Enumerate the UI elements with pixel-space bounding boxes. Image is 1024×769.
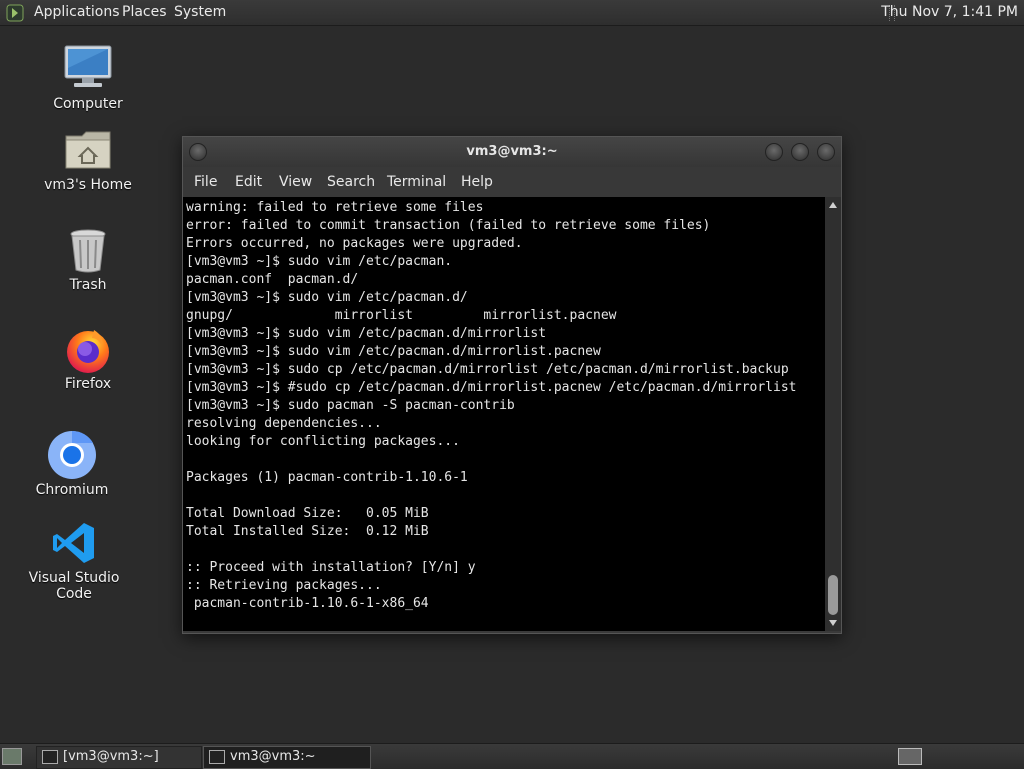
terminal-line: resolving dependencies...: [186, 416, 382, 431]
computer-icon: [64, 45, 112, 87]
terminal-line: Errors occurred, no packages were upgrad…: [186, 236, 523, 251]
minimize-button[interactable]: [765, 143, 783, 161]
scroll-down-icon[interactable]: [829, 620, 837, 626]
chromium-icon: [48, 430, 96, 479]
terminal-scrollbar[interactable]: [825, 197, 841, 631]
desktop-icon-label: Computer: [53, 96, 123, 112]
menu-terminal[interactable]: Terminal: [387, 174, 446, 190]
terminal-line: looking for conflicting packages...: [186, 434, 460, 449]
terminal-line: [vm3@vm3 ~]$ sudo vim /etc/pacman.d/mirr…: [186, 326, 547, 341]
terminal-line: gnupg/ mirrorlist mirrorlist.pacnew: [186, 308, 617, 323]
terminal-icon: [209, 750, 225, 764]
menu-view[interactable]: View: [279, 174, 312, 190]
terminal-line: pacman.conf pacman.d/: [186, 272, 359, 287]
maximize-button[interactable]: [791, 143, 809, 161]
desktop-icon-trash[interactable]: Trash: [28, 228, 148, 296]
terminal-line: [vm3@vm3 ~]$ sudo vim /etc/pacman.d/: [186, 290, 468, 305]
terminal-line: [vm3@vm3 ~]$ #sudo cp /etc/pacman.d/mirr…: [186, 380, 797, 395]
terminal-line: [vm3@vm3 ~]$ sudo cp /etc/pacman.d/mirro…: [186, 362, 789, 377]
terminal-line: :: Proceed with installation? [Y/n] y: [186, 560, 476, 575]
desktop-icon-vscode[interactable]: Visual Studio Code: [14, 520, 134, 602]
close-button[interactable]: [817, 143, 835, 161]
desktop-icon-home[interactable]: vm3's Home: [28, 128, 148, 196]
desktop-icon-label: vm3's Home: [44, 177, 132, 193]
terminal-line: Total Download Size: 0.05 MiB: [186, 506, 429, 521]
menu-search[interactable]: Search: [327, 174, 375, 190]
desktop-icon-firefox[interactable]: Firefox: [28, 326, 148, 394]
terminal-line: warning: failed to retrieve some files: [186, 200, 484, 215]
scrollbar-thumb[interactable]: [828, 575, 838, 615]
show-desktop-icon[interactable]: [2, 748, 22, 765]
desktop-icon-label: Chromium: [35, 482, 109, 498]
terminal-line: [vm3@vm3 ~]$ sudo vim /etc/pacman.: [186, 254, 453, 269]
terminal-line: [vm3@vm3 ~]$ sudo pacman -S pacman-contr…: [186, 398, 515, 413]
menu-system[interactable]: System: [174, 4, 226, 20]
workspace-switcher[interactable]: [898, 748, 922, 765]
window-titlebar[interactable]: vm3@vm3:~: [183, 137, 841, 167]
menu-applications[interactable]: Applications: [34, 4, 120, 20]
terminal-line: Packages (1) pacman-contrib-1.10.6-1: [186, 470, 468, 485]
taskbar-item-label: [vm3@vm3:~]: [63, 749, 159, 764]
home-folder-icon: [65, 131, 111, 169]
taskbar-item-label: vm3@vm3:~: [230, 749, 316, 764]
bottom-panel: [vm3@vm3:~] vm3@vm3:~: [0, 743, 1024, 769]
terminal-line: Total Installed Size: 0.12 MiB: [186, 524, 429, 539]
distro-logo-icon[interactable]: [6, 4, 24, 22]
top-panel: Applications Places System Thu Nov 7, 1:…: [0, 0, 1024, 26]
terminal-icon: [42, 750, 58, 764]
window-title: vm3@vm3:~: [466, 144, 558, 159]
desktop-icon-label: Trash: [69, 277, 107, 293]
terminal-output[interactable]: warning: failed to retrieve some files er…: [183, 197, 825, 631]
desktop-icon-label: Visual Studio Code: [28, 570, 120, 602]
terminal-line: pacman-contrib-1.10.6-1-x86_64: [186, 596, 429, 611]
menu-places[interactable]: Places: [122, 4, 167, 20]
desktop-icon-label: Firefox: [64, 376, 112, 392]
terminal-line: error: failed to commit transaction (fai…: [186, 218, 711, 233]
clock[interactable]: Thu Nov 7, 1:41 PM: [881, 4, 1018, 20]
scroll-up-icon[interactable]: [829, 202, 837, 208]
desktop-icon-chromium[interactable]: Chromium: [12, 430, 132, 498]
terminal-menubar: File Edit View Search Terminal Help: [183, 167, 841, 197]
taskbar-item[interactable]: [vm3@vm3:~]: [36, 746, 202, 769]
terminal-window[interactable]: vm3@vm3:~ File Edit View Search Terminal…: [182, 136, 842, 634]
menu-edit[interactable]: Edit: [235, 174, 262, 190]
trash-icon: [70, 229, 106, 273]
menu-help[interactable]: Help: [461, 174, 493, 190]
taskbar-item-active[interactable]: vm3@vm3:~: [203, 746, 371, 769]
menu-file[interactable]: File: [194, 174, 217, 190]
terminal-text: warning: failed to retrieve some files er…: [183, 197, 825, 613]
terminal-line: :: Retrieving packages...: [186, 578, 382, 593]
desktop-icon-computer[interactable]: Computer: [28, 44, 148, 116]
firefox-icon: [67, 330, 109, 373]
vscode-icon: [53, 523, 94, 563]
terminal-line: [vm3@vm3 ~]$ sudo vim /etc/pacman.d/mirr…: [186, 344, 601, 359]
